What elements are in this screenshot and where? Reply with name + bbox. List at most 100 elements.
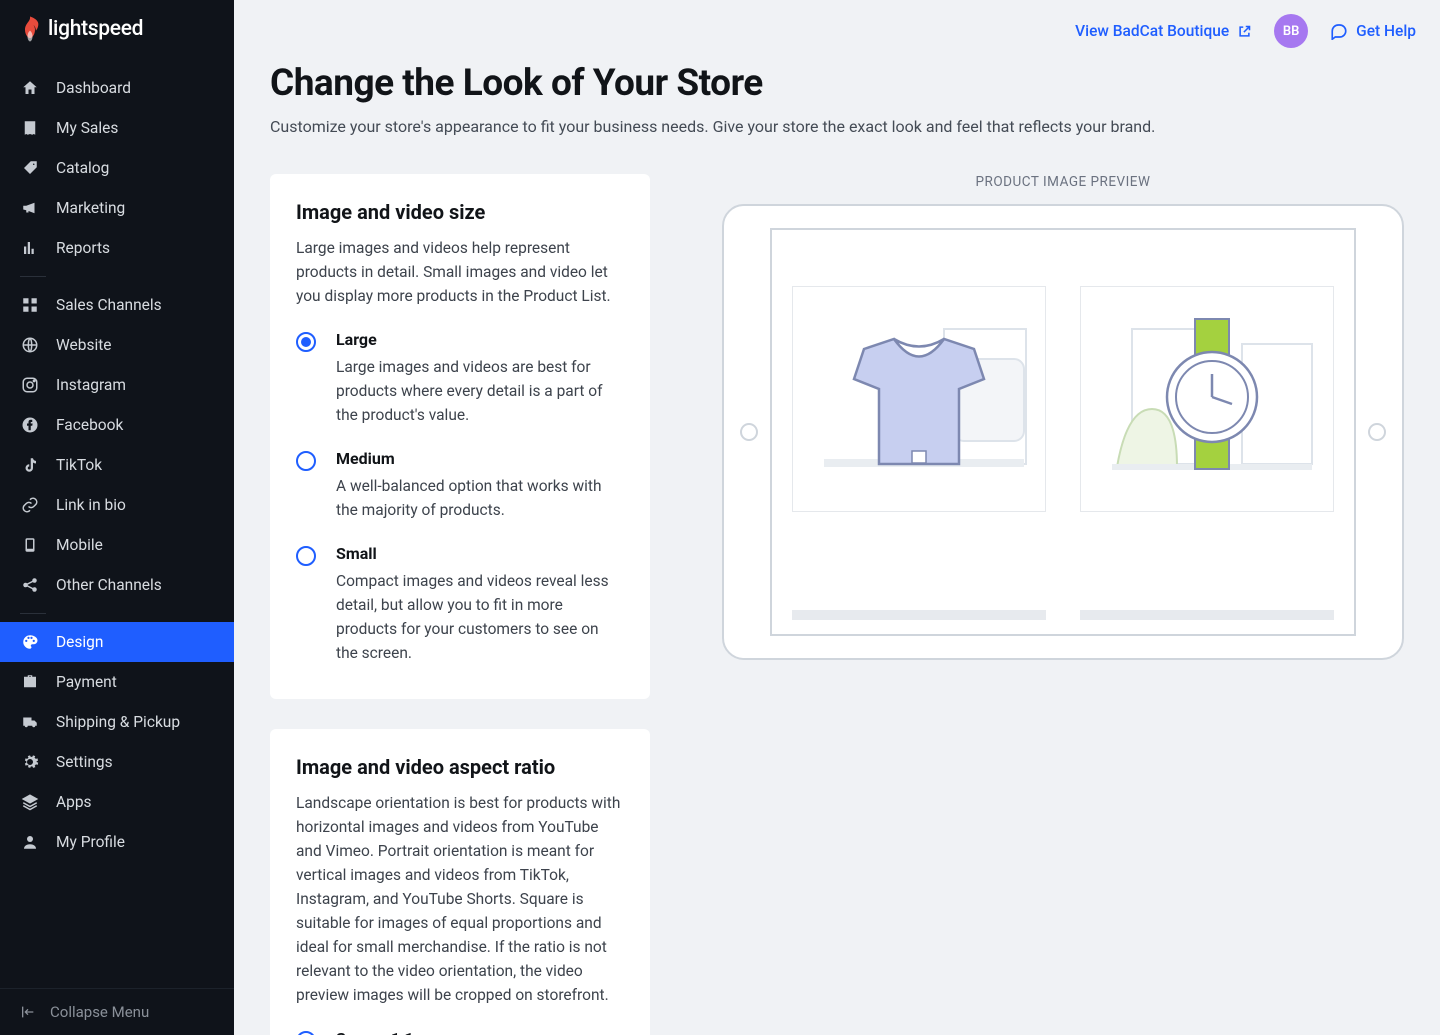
radio-icon[interactable] bbox=[296, 1031, 316, 1035]
nav-label: Payment bbox=[56, 673, 117, 691]
sidebar-item-settings[interactable]: Settings bbox=[0, 742, 234, 782]
nav-label: Mobile bbox=[56, 536, 103, 554]
view-store-link[interactable]: View BadCat Boutique bbox=[1075, 22, 1252, 40]
radio-label: Small bbox=[336, 544, 624, 563]
palette-icon bbox=[20, 633, 40, 651]
collapse-menu-button[interactable]: Collapse Menu bbox=[0, 988, 234, 1035]
placeholder-bar bbox=[792, 610, 1046, 620]
sidebar-item-website[interactable]: Website bbox=[0, 325, 234, 365]
nav-label: Marketing bbox=[56, 199, 125, 217]
external-link-icon bbox=[1237, 24, 1252, 39]
nav-label: Sales Channels bbox=[56, 296, 162, 314]
preview-column: PRODUCT IMAGE PREVIEW bbox=[722, 174, 1404, 1035]
sidebar-item-tiktok[interactable]: TikTok bbox=[0, 445, 234, 485]
divider bbox=[20, 276, 46, 277]
card-desc: Landscape orientation is best for produc… bbox=[296, 791, 624, 1007]
placeholder-bar bbox=[1080, 610, 1334, 620]
sidebar-item-catalog[interactable]: Catalog bbox=[0, 148, 234, 188]
nav-label: Other Channels bbox=[56, 576, 162, 594]
get-help-label: Get Help bbox=[1356, 22, 1416, 40]
grid-icon bbox=[20, 296, 40, 314]
nav-label: TikTok bbox=[56, 456, 102, 474]
sidebar-item-marketing[interactable]: Marketing bbox=[0, 188, 234, 228]
product-preview-1 bbox=[792, 286, 1046, 620]
page-subtitle: Customize your store's appearance to fit… bbox=[270, 117, 1404, 136]
divider bbox=[20, 613, 46, 614]
radio-label: Medium bbox=[336, 449, 624, 468]
logo-text: lightspeed bbox=[48, 17, 143, 41]
tag-icon bbox=[20, 159, 40, 177]
flame-icon bbox=[20, 16, 40, 42]
nav-label: Website bbox=[56, 336, 112, 354]
radio-label: Square 1:1 bbox=[336, 1029, 414, 1035]
radio-option-large[interactable]: Large Large images and videos are best f… bbox=[296, 330, 624, 427]
sidebar-item-linkinbio[interactable]: Link in bio bbox=[0, 485, 234, 525]
product-image-watch bbox=[1080, 286, 1334, 512]
radio-icon[interactable] bbox=[296, 332, 316, 352]
sidebar-item-apps[interactable]: Apps bbox=[0, 782, 234, 822]
sidebar-item-design[interactable]: Design bbox=[0, 622, 234, 662]
sidebar-item-facebook[interactable]: Facebook bbox=[0, 405, 234, 445]
receipt-icon bbox=[20, 119, 40, 137]
product-image-tshirt bbox=[792, 286, 1046, 512]
globe-icon bbox=[20, 336, 40, 354]
radio-icon[interactable] bbox=[296, 451, 316, 471]
card-desc: Large images and videos help represent p… bbox=[296, 236, 624, 308]
view-store-label: View BadCat Boutique bbox=[1075, 22, 1229, 40]
briefcase-icon bbox=[20, 673, 40, 691]
radio-sub: Large images and videos are best for pro… bbox=[336, 355, 624, 427]
watch-icon bbox=[1092, 299, 1322, 499]
content: Change the Look of Your Store Customize … bbox=[234, 48, 1440, 1035]
tiktok-icon bbox=[20, 456, 40, 474]
product-preview-2 bbox=[1080, 286, 1334, 620]
instagram-icon bbox=[20, 376, 40, 394]
avatar[interactable]: BB bbox=[1274, 14, 1308, 48]
sidebar-item-reports[interactable]: Reports bbox=[0, 228, 234, 268]
radio-sub: Compact images and videos reveal less de… bbox=[336, 569, 624, 665]
chat-icon bbox=[1330, 22, 1348, 40]
sidebar-item-shipping[interactable]: Shipping & Pickup bbox=[0, 702, 234, 742]
preview-label: PRODUCT IMAGE PREVIEW bbox=[722, 174, 1404, 190]
nav-label: Catalog bbox=[56, 159, 109, 177]
logo[interactable]: lightspeed bbox=[0, 0, 234, 68]
card-title: Image and video aspect ratio bbox=[296, 755, 624, 779]
radio-icon[interactable] bbox=[296, 546, 316, 566]
nav-label: Link in bio bbox=[56, 496, 126, 514]
sidebar-item-dashboard[interactable]: Dashboard bbox=[0, 68, 234, 108]
tshirt-icon bbox=[804, 299, 1034, 499]
collapse-label: Collapse Menu bbox=[50, 1003, 149, 1021]
card-title: Image and video size bbox=[296, 200, 624, 224]
home-icon bbox=[20, 79, 40, 97]
radio-label: Large bbox=[336, 330, 624, 349]
tablet-frame bbox=[722, 204, 1404, 660]
nav-label: Facebook bbox=[56, 416, 123, 434]
sidebar-item-payment[interactable]: Payment bbox=[0, 662, 234, 702]
sidebar: lightspeed Dashboard My Sales Catalog Ma… bbox=[0, 0, 234, 1035]
nav-label: Dashboard bbox=[56, 79, 131, 97]
sidebar-item-otherchannels[interactable]: Other Channels bbox=[0, 565, 234, 605]
radio-option-small[interactable]: Small Compact images and videos reveal l… bbox=[296, 544, 624, 665]
sidebar-item-instagram[interactable]: Instagram bbox=[0, 365, 234, 405]
share-icon bbox=[20, 576, 40, 594]
chart-icon bbox=[20, 239, 40, 257]
link-icon bbox=[20, 496, 40, 514]
page-title: Change the Look of Your Store bbox=[270, 62, 1404, 105]
main: View BadCat Boutique BB Get Help Change … bbox=[234, 0, 1440, 1035]
radio-sub: A well-balanced option that works with t… bbox=[336, 474, 624, 522]
card-aspect-ratio: Image and video aspect ratio Landscape o… bbox=[270, 729, 650, 1035]
sidebar-item-myprofile[interactable]: My Profile bbox=[0, 822, 234, 862]
facebook-icon bbox=[20, 416, 40, 434]
person-icon bbox=[20, 833, 40, 851]
get-help-link[interactable]: Get Help bbox=[1330, 22, 1416, 40]
sidebar-item-mysales[interactable]: My Sales bbox=[0, 108, 234, 148]
tablet-screen bbox=[770, 228, 1356, 636]
collapse-icon bbox=[20, 1004, 36, 1020]
radio-option-square[interactable]: Square 1:1 bbox=[296, 1029, 624, 1035]
radio-option-medium[interactable]: Medium A well-balanced option that works… bbox=[296, 449, 624, 522]
sidebar-item-mobile[interactable]: Mobile bbox=[0, 525, 234, 565]
truck-icon bbox=[20, 713, 40, 731]
nav-label: My Profile bbox=[56, 833, 125, 851]
card-image-size: Image and video size Large images and vi… bbox=[270, 174, 650, 699]
sidebar-item-saleschannels[interactable]: Sales Channels bbox=[0, 285, 234, 325]
nav-label: Reports bbox=[56, 239, 110, 257]
